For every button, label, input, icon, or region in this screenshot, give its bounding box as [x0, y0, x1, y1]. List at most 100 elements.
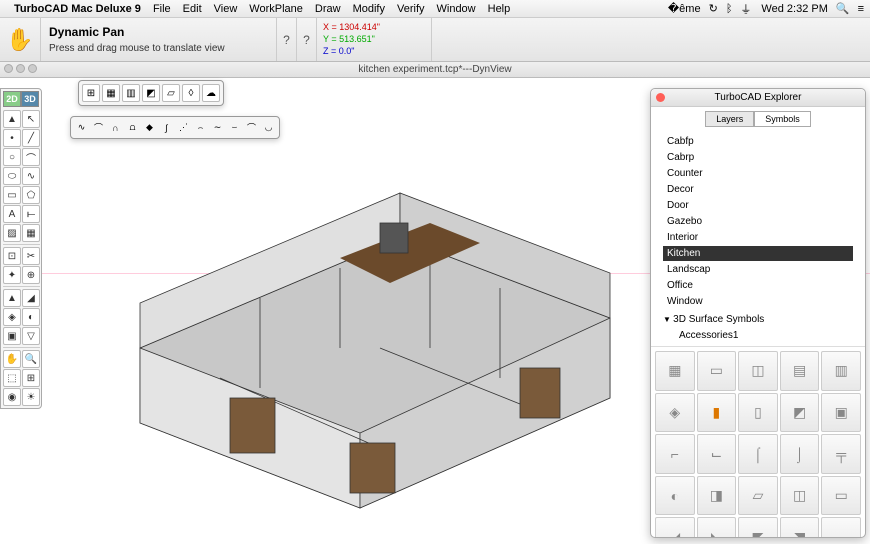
- pointer-tool[interactable]: ▲: [3, 110, 21, 128]
- symbol-thumb[interactable]: ▤: [780, 351, 820, 391]
- polygon-tool[interactable]: ⬠: [22, 186, 40, 204]
- 3d-model-view[interactable]: [80, 148, 640, 528]
- symbol-thumb[interactable]: ⌠: [738, 434, 778, 474]
- menu-window[interactable]: Window: [437, 3, 476, 15]
- pan-tool[interactable]: ✋: [3, 350, 21, 368]
- curve-3[interactable]: ∩: [108, 120, 123, 135]
- symbol-thumb[interactable]: ▭: [697, 351, 737, 391]
- arc-tool[interactable]: ⌒: [22, 148, 40, 166]
- box-tool[interactable]: ▣: [3, 327, 21, 345]
- cat-interior[interactable]: Interior: [663, 230, 853, 245]
- revolve-tool[interactable]: ◐: [22, 308, 40, 326]
- menu-file[interactable]: File: [153, 3, 171, 15]
- symbol-thumb[interactable]: ⌐: [655, 434, 695, 474]
- menu-modify[interactable]: Modify: [353, 3, 385, 15]
- curve-8[interactable]: ⌢: [193, 120, 208, 135]
- symbol-thumb[interactable]: ▭: [821, 476, 861, 516]
- render-tool[interactable]: ◉: [3, 388, 21, 406]
- curve-1[interactable]: ∿: [74, 120, 89, 135]
- sync-icon[interactable]: ↻: [709, 2, 718, 15]
- curve-12[interactable]: ◡: [261, 120, 276, 135]
- wifi-icon[interactable]: ⏚: [740, 1, 751, 17]
- view-tool-3[interactable]: ▥: [122, 84, 140, 102]
- curve-toolbar[interactable]: ∿⌒∩⩍◆∫⋰⌢∼⌣⌒◡: [70, 116, 280, 139]
- view-tool-1[interactable]: ⊞: [82, 84, 100, 102]
- symbol-thumb[interactable]: ◥: [780, 517, 820, 537]
- cat-kitchen[interactable]: Kitchen: [663, 246, 853, 261]
- trim-tool[interactable]: ✂: [22, 247, 40, 265]
- dropbox-icon[interactable]: �ême: [668, 2, 701, 15]
- symbol-thumb[interactable]: ◐: [655, 476, 695, 516]
- spotlight-icon[interactable]: 🔍: [836, 2, 850, 15]
- drawing-canvas[interactable]: ⊞ ▦ ▥ ◩ ▱ ◊ ☁ ∿⌒∩⩍◆∫⋰⌢∼⌣⌒◡ 2D 3D ▲↖ •╱ ○…: [0, 78, 870, 544]
- cat-cabrp[interactable]: Cabrp: [663, 150, 853, 165]
- symbol-thumb[interactable]: ◤: [738, 517, 778, 537]
- view-tool-5[interactable]: ▱: [162, 84, 180, 102]
- extrude-tool[interactable]: ◈: [3, 308, 21, 326]
- menu-verify[interactable]: Verify: [397, 3, 425, 15]
- symbol-thumb[interactable]: ◢: [655, 517, 695, 537]
- cat-door[interactable]: Door: [663, 198, 853, 213]
- rect-tool[interactable]: ▭: [3, 186, 21, 204]
- menu-draw[interactable]: Draw: [315, 3, 341, 15]
- cat-gazebo[interactable]: Gazebo: [663, 214, 853, 229]
- mesh-tool[interactable]: ▲: [3, 289, 21, 307]
- curve-2[interactable]: ⌒: [91, 120, 106, 135]
- symbol-thumb[interactable]: ▥: [821, 351, 861, 391]
- point-tool[interactable]: •: [3, 129, 21, 147]
- symbol-thumb[interactable]: ◣: [697, 517, 737, 537]
- menubar-clock[interactable]: Wed 2:32 PM: [761, 3, 827, 15]
- symbol-thumb[interactable]: ▦: [655, 351, 695, 391]
- symbol-thumb[interactable]: ◨: [697, 476, 737, 516]
- window-traffic-lights[interactable]: [4, 64, 37, 73]
- cat-decor[interactable]: Decor: [663, 182, 853, 197]
- cat-window[interactable]: Window: [663, 294, 853, 309]
- view-tool-6[interactable]: ◊: [182, 84, 200, 102]
- hatch-tool[interactable]: ▨: [3, 224, 21, 242]
- bluetooth-icon[interactable]: ᛒ: [726, 3, 733, 15]
- curve-11[interactable]: ⌒: [244, 120, 259, 135]
- mode-2d-button[interactable]: 2D: [3, 91, 21, 107]
- help-icon[interactable]: ?: [276, 18, 296, 61]
- light-tool[interactable]: ☀: [22, 388, 40, 406]
- cone-tool[interactable]: ▽: [22, 327, 40, 345]
- circle-tool[interactable]: ○: [3, 148, 21, 166]
- menu-workplane[interactable]: WorkPlane: [249, 3, 303, 15]
- symbol-thumb[interactable]: ⌡: [780, 434, 820, 474]
- select-tool[interactable]: ↖: [22, 110, 40, 128]
- cat-counter[interactable]: Counter: [663, 166, 853, 181]
- view-tool-2[interactable]: ▦: [102, 84, 120, 102]
- symbol-thumb[interactable]: ▮: [697, 393, 737, 433]
- symbol-thumb[interactable]: ╤: [821, 434, 861, 474]
- symbol-tree[interactable]: Cabfp Cabrp Counter Decor Door Gazebo In…: [651, 131, 865, 346]
- transform-tool[interactable]: ⊡: [3, 247, 21, 265]
- spline-tool[interactable]: ∿: [22, 167, 40, 185]
- app-name[interactable]: TurboCAD Mac Deluxe 9: [14, 3, 141, 15]
- symbol-thumb[interactable]: ▣: [821, 393, 861, 433]
- notification-icon[interactable]: ≡: [858, 3, 864, 15]
- ellipse-tool[interactable]: ⬭: [3, 167, 21, 185]
- explorer-titlebar[interactable]: TurboCAD Explorer: [651, 89, 865, 107]
- tab-symbols[interactable]: Symbols: [754, 111, 811, 127]
- symbol-thumb[interactable]: ⌙: [697, 434, 737, 474]
- symbol-thumb[interactable]: ▯: [738, 393, 778, 433]
- iso-view[interactable]: ⬚: [3, 369, 21, 387]
- symbol-thumb[interactable]: ◩: [780, 393, 820, 433]
- group-3d-surface[interactable]: 3D Surface Symbols: [663, 310, 853, 327]
- gripper-tool[interactable]: ✦: [3, 266, 21, 284]
- view-tool-7[interactable]: ☁: [202, 84, 220, 102]
- fill-tool[interactable]: ▦: [22, 224, 40, 242]
- curve-5[interactable]: ◆: [142, 120, 157, 135]
- mode-toggle[interactable]: 2D 3D: [3, 91, 39, 107]
- sub-accessories[interactable]: Accessories1: [663, 328, 853, 343]
- close-icon[interactable]: [656, 93, 665, 102]
- curve-9[interactable]: ∼: [210, 120, 225, 135]
- ortho-view[interactable]: ⊞: [22, 369, 40, 387]
- curve-10[interactable]: ⌣: [227, 120, 242, 135]
- deep-select[interactable]: ⊕: [22, 266, 40, 284]
- symbol-thumb[interactable]: ◫: [780, 476, 820, 516]
- cat-cabfp[interactable]: Cabfp: [663, 134, 853, 149]
- curve-6[interactable]: ∫: [159, 120, 174, 135]
- view-tool-4[interactable]: ◩: [142, 84, 160, 102]
- cat-office[interactable]: Office: [663, 278, 853, 293]
